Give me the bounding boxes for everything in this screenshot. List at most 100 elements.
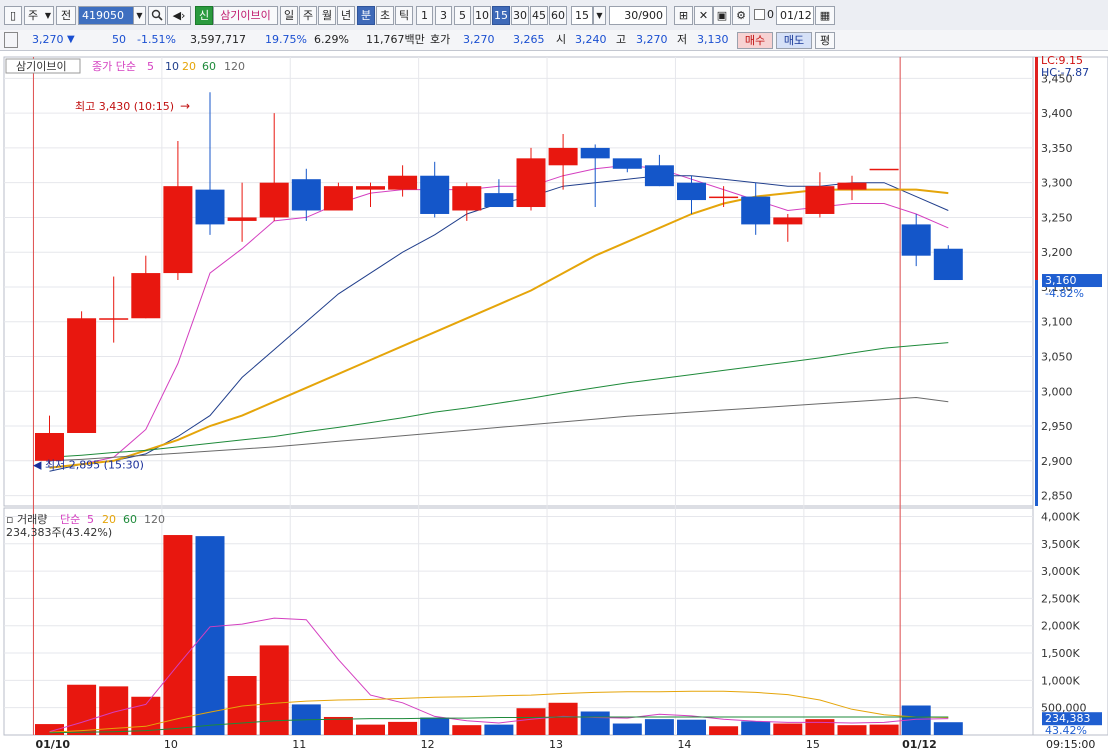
price-change: 50	[112, 33, 126, 46]
price-tick-label: 3,250	[1041, 211, 1073, 224]
time-readout: 09:15:00	[1046, 738, 1095, 751]
candle-body	[901, 224, 931, 256]
candle-body	[67, 318, 97, 433]
interval-5[interactable]: 5	[454, 6, 471, 25]
high-label: 고	[616, 33, 627, 46]
candle-body	[195, 189, 225, 225]
volume-bar	[452, 725, 482, 735]
candle-body	[99, 318, 129, 320]
volume-bar	[163, 535, 193, 735]
volume-legend-period-120: 120	[144, 513, 165, 526]
search-icon[interactable]	[148, 6, 166, 25]
price-change-pct: -1.51%	[137, 33, 176, 46]
volume-bar	[195, 536, 225, 735]
interval-3[interactable]: 3	[435, 6, 452, 25]
price-info-bar: 3,270 ▼ 50 -1.51% 3,597,717 19.75% 6.29%…	[0, 30, 1108, 51]
layout-icon[interactable]: ▯	[4, 6, 22, 25]
buy-button[interactable]: 매수	[737, 32, 773, 49]
volume-bar	[709, 726, 739, 735]
period-year[interactable]: 년	[337, 6, 355, 25]
period-minute[interactable]: 분	[357, 6, 375, 25]
current-pct-label: -4.82%	[1045, 287, 1084, 300]
price-tick-label: 3,000	[1041, 385, 1073, 398]
prev-button[interactable]: 전	[56, 6, 76, 25]
save-icon[interactable]: ▣	[713, 6, 731, 25]
volume-legend-icon: ▫	[6, 513, 13, 526]
option-checkbox[interactable]	[754, 9, 765, 20]
candle-body	[131, 273, 161, 319]
legend-period-60: 60	[202, 60, 216, 73]
indicator-icon[interactable]: ⊞	[674, 6, 693, 25]
volume-legend-label: 단순	[60, 513, 80, 526]
period-tick[interactable]: 틱	[395, 6, 413, 25]
volume-legend-period-60: 60	[123, 513, 137, 526]
volume-bar	[131, 696, 161, 735]
candle-body	[420, 175, 450, 214]
volume-tick-label: 1,500K	[1041, 647, 1080, 660]
period-month[interactable]: 월	[318, 6, 336, 25]
interval-15[interactable]: 15	[492, 6, 510, 25]
candle-body	[837, 182, 867, 190]
interval-chevron-down-icon[interactable]: ▼	[593, 6, 606, 25]
interval-30[interactable]: 30	[511, 6, 529, 25]
sound-icon[interactable]: ◀›	[167, 6, 191, 25]
new-stock-badge: 신	[195, 6, 213, 25]
period-day[interactable]: 일	[280, 6, 298, 25]
range-down-bar	[1035, 280, 1038, 506]
option-checkbox-label: 0	[767, 8, 774, 21]
period-second[interactable]: 초	[376, 6, 394, 25]
volume-bar	[869, 724, 899, 735]
count-input[interactable]: 30/900	[609, 6, 667, 25]
sell-button[interactable]: 매도	[776, 32, 812, 49]
turnover: 6.29%	[314, 33, 349, 46]
legend-period-10: 10	[165, 60, 179, 73]
volume-bar	[484, 724, 514, 735]
stock-code-input[interactable]: 419050	[78, 6, 134, 25]
interval-45[interactable]: 45	[530, 6, 548, 25]
candle-body	[805, 186, 835, 214]
volume-bar	[677, 719, 706, 735]
toolbar: ▯ 주 ▼ 전 419050 ▼ ◀› 신 삼기이브이 일 주 월 년 분 초 틱…	[0, 0, 1108, 31]
volume-bar	[67, 684, 97, 735]
current-price-label: 3,160	[1045, 274, 1077, 287]
legend-stock-name: 삼기이브이	[16, 60, 67, 73]
price-tick-label: 2,850	[1041, 490, 1073, 503]
time-axis-label: 15	[806, 738, 820, 751]
price-tick-label: 3,350	[1041, 142, 1073, 155]
change-arrow-icon: ▼	[67, 34, 75, 45]
gear-icon[interactable]: ⚙	[732, 6, 750, 25]
interval-10[interactable]: 10	[473, 6, 491, 25]
price-tick-label: 3,300	[1041, 177, 1073, 190]
mode-select[interactable]: 주 ▼	[24, 6, 54, 25]
time-axis-label: 10	[164, 738, 178, 751]
time-axis-label: 13	[549, 738, 563, 751]
candle-body	[773, 217, 803, 225]
candle-body	[709, 196, 739, 199]
bid-price: 3,265	[513, 33, 545, 46]
volume-bar	[420, 717, 450, 735]
period-week[interactable]: 주	[299, 6, 317, 25]
volume-tick-label: 1,000K	[1041, 674, 1080, 687]
interval-input[interactable]: 15	[571, 6, 593, 25]
high-annotation: 최고 3,430 (10:15)	[75, 100, 174, 113]
candle-body	[291, 179, 321, 211]
draw-icon[interactable]: ✕	[694, 6, 713, 25]
ask-price: 3,270	[463, 33, 495, 46]
interval-60[interactable]: 60	[549, 6, 567, 25]
time-axis-label: 12	[421, 738, 435, 751]
stock-name[interactable]: 삼기이브이	[213, 6, 278, 25]
volume: 3,597,717	[190, 33, 246, 46]
code-dropdown-chevron-down-icon[interactable]: ▼	[133, 6, 146, 25]
calendar-icon[interactable]: ▦	[815, 6, 835, 25]
interval-1[interactable]: 1	[416, 6, 433, 25]
volume-bar	[933, 722, 963, 735]
price-tick-label: 2,950	[1041, 420, 1073, 433]
date-input[interactable]: 01/12	[776, 6, 814, 25]
volume-bar	[35, 724, 64, 735]
info-checkbox[interactable]	[4, 32, 18, 48]
average-button[interactable]: 평	[815, 32, 835, 49]
range-up-bar	[1035, 57, 1038, 281]
candle-body	[933, 248, 963, 281]
time-axis-label: 14	[677, 738, 691, 751]
candle-body	[548, 147, 578, 166]
